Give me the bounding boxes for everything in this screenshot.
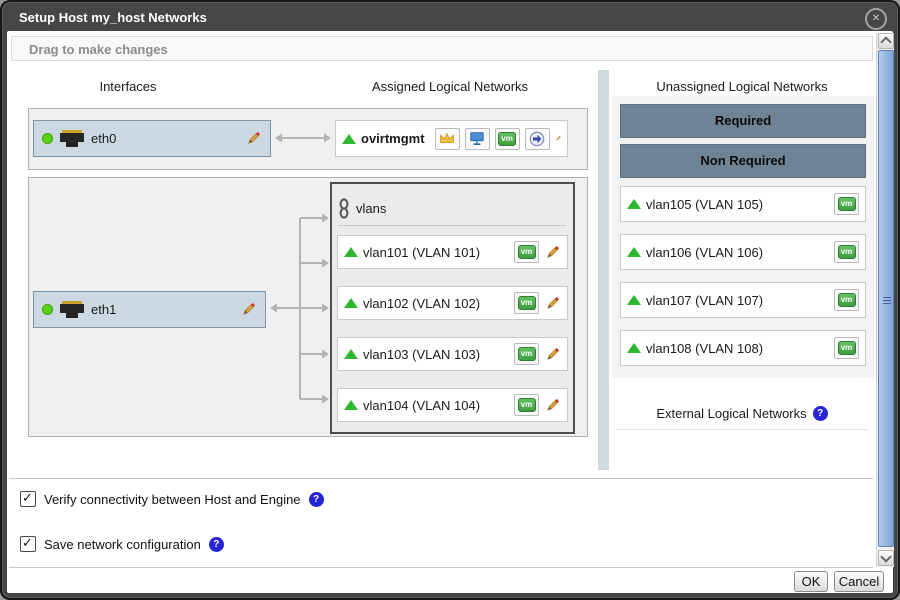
- setup-host-networks-dialog: Setup Host my_host Networks Drag to make…: [0, 0, 900, 600]
- vertical-scrollbar[interactable]: [876, 33, 894, 567]
- chain-link-icon: [338, 198, 350, 219]
- content-bottom-divider: [9, 478, 873, 479]
- vm-network-icon: vm: [834, 289, 859, 311]
- network-up-triangle-icon: [344, 298, 358, 308]
- network-name: vlan103 (VLAN 103): [363, 347, 480, 362]
- network-row-vlan105[interactable]: vlan105 (VLAN 105) vm: [620, 186, 866, 222]
- eth0-ovirtmgmt-connector-arrow: [274, 129, 332, 147]
- save-config-checkbox[interactable]: [20, 536, 36, 552]
- edit-pencil-icon[interactable]: [240, 301, 257, 318]
- interface-name: eth1: [91, 302, 116, 317]
- network-name: vlan105 (VLAN 105): [646, 197, 763, 212]
- help-icon[interactable]: [209, 537, 224, 552]
- network-row-vlan108[interactable]: vlan108 (VLAN 108) vm: [620, 330, 866, 366]
- help-icon[interactable]: [309, 492, 324, 507]
- non-required-section-header: Non Required: [620, 144, 866, 178]
- vlans-bond-label: vlans: [356, 201, 386, 216]
- dialog-title: Setup Host my_host Networks: [19, 10, 207, 25]
- chevron-up-icon: [880, 36, 891, 47]
- panel-divider: [598, 70, 609, 470]
- external-networks-header-row: External Logical Networks: [616, 406, 868, 421]
- network-name: vlan106 (VLAN 106): [646, 245, 763, 260]
- save-config-label: Save network configuration: [44, 537, 201, 552]
- network-row-vlan107[interactable]: vlan107 (VLAN 107) vm: [620, 282, 866, 318]
- network-up-triangle-icon: [342, 134, 356, 144]
- display-monitor-icon: [465, 128, 490, 150]
- scroll-down-button[interactable]: [878, 550, 894, 566]
- vm-network-icon: vm: [834, 337, 859, 359]
- network-up-triangle-icon: [344, 400, 358, 410]
- interface-name: eth0: [91, 131, 116, 146]
- chevron-down-icon: [880, 551, 891, 562]
- network-up-triangle-icon: [344, 349, 358, 359]
- network-name: vlan104 (VLAN 104): [363, 398, 480, 413]
- network-name: vlan107 (VLAN 107): [646, 293, 763, 308]
- network-row-vlan101[interactable]: vlan101 (VLAN 101) vm: [337, 235, 568, 269]
- drag-hint: Drag to make changes: [11, 36, 873, 61]
- status-up-dot: [42, 133, 53, 144]
- vlans-bond-header[interactable]: vlans: [338, 191, 566, 226]
- interfaces-column-header: Interfaces: [28, 79, 228, 94]
- network-name: vlan102 (VLAN 102): [363, 296, 480, 311]
- verify-connectivity-label: Verify connectivity between Host and Eng…: [44, 492, 301, 507]
- required-section-header: Required: [620, 104, 866, 138]
- cancel-button[interactable]: Cancel: [834, 571, 884, 592]
- unassigned-column-header: Unassigned Logical Networks: [616, 79, 868, 94]
- network-up-triangle-icon: [344, 247, 358, 257]
- network-row-vlan106[interactable]: vlan106 (VLAN 106) vm: [620, 234, 866, 270]
- edit-pencil-icon[interactable]: [245, 130, 262, 147]
- vm-network-icon: vm: [514, 292, 539, 314]
- network-row-ovirtmgmt[interactable]: ovirtmgmt vm: [335, 120, 568, 157]
- network-row-vlan102[interactable]: vlan102 (VLAN 102) vm: [337, 286, 568, 320]
- network-name: vlan101 (VLAN 101): [363, 245, 480, 260]
- network-up-triangle-icon: [627, 343, 641, 353]
- edit-pencil-icon[interactable]: [544, 244, 561, 261]
- nic-icon: [59, 129, 85, 148]
- management-crown-icon: [435, 128, 460, 150]
- network-up-triangle-icon: [627, 295, 641, 305]
- migration-icon: [525, 128, 550, 150]
- edit-pencil-icon[interactable]: [544, 346, 561, 363]
- interface-row-eth0[interactable]: eth0: [33, 120, 271, 157]
- close-icon[interactable]: [865, 8, 887, 30]
- eth1-vlans-connector-arrows: [266, 200, 332, 410]
- scrollbar-grip-icon: [883, 297, 891, 306]
- external-networks-label: External Logical Networks: [656, 406, 806, 421]
- network-up-triangle-icon: [627, 199, 641, 209]
- vm-network-icon: vm: [834, 241, 859, 263]
- network-name: vlan108 (VLAN 108): [646, 341, 763, 356]
- interface-row-eth1[interactable]: eth1: [33, 291, 266, 328]
- footer-divider: [9, 567, 873, 568]
- vm-network-icon: vm: [834, 193, 859, 215]
- scrollbar-thumb[interactable]: [878, 50, 894, 547]
- network-row-vlan103[interactable]: vlan103 (VLAN 103) vm: [337, 337, 568, 371]
- status-up-dot: [42, 304, 53, 315]
- edit-pencil-icon[interactable]: [544, 295, 561, 312]
- verify-connectivity-option: Verify connectivity between Host and Eng…: [20, 491, 324, 507]
- network-row-vlan104[interactable]: vlan104 (VLAN 104) vm: [337, 388, 568, 422]
- vm-network-icon: vm: [514, 241, 539, 263]
- vm-network-icon: vm: [514, 394, 539, 416]
- verify-connectivity-checkbox[interactable]: [20, 491, 36, 507]
- vm-network-icon: vm: [495, 128, 520, 150]
- save-config-option: Save network configuration: [20, 536, 224, 552]
- ok-button[interactable]: OK: [794, 571, 828, 592]
- help-icon[interactable]: [813, 406, 828, 421]
- edit-pencil-icon[interactable]: [544, 397, 561, 414]
- scroll-up-button[interactable]: [878, 33, 894, 49]
- vm-network-icon: vm: [514, 343, 539, 365]
- nic-icon: [59, 300, 85, 319]
- network-name: ovirtmgmt: [361, 131, 425, 146]
- network-up-triangle-icon: [627, 247, 641, 257]
- assigned-column-header: Assigned Logical Networks: [330, 79, 570, 94]
- edit-pencil-icon[interactable]: [555, 130, 561, 147]
- external-networks-divider: [616, 429, 868, 430]
